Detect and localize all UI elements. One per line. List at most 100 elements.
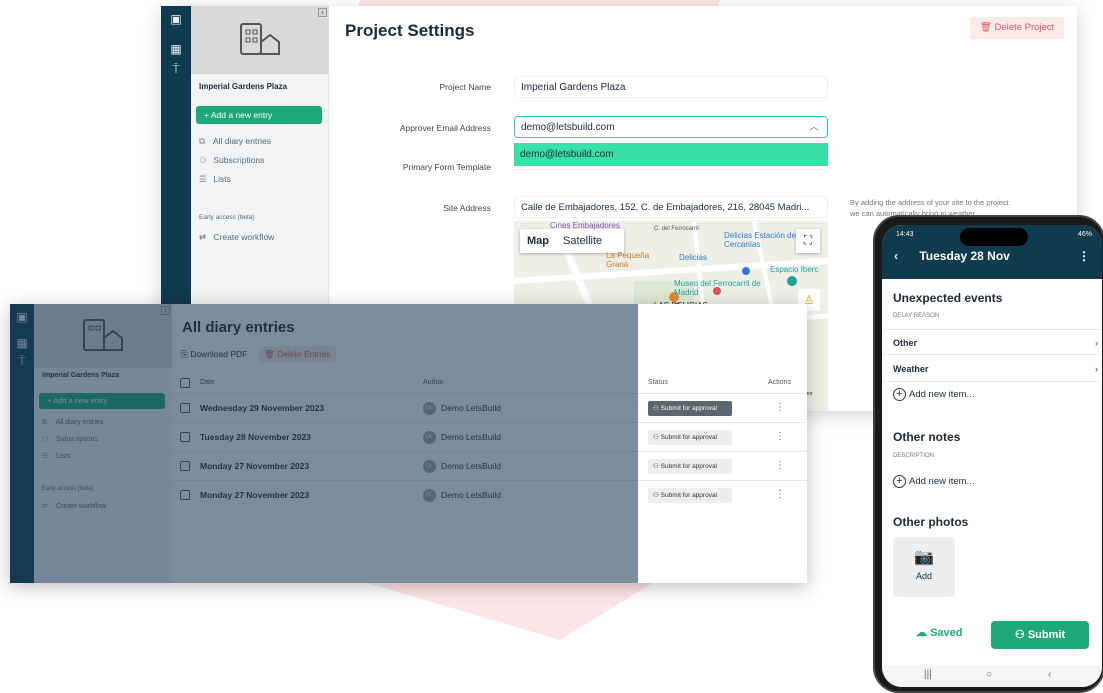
sidebar-project-name: Imperial Gardens Plaza — [199, 82, 288, 91]
diary-icon[interactable]: ▣ — [15, 310, 29, 324]
row-checkbox[interactable] — [180, 403, 190, 413]
collapse-sidebar-icon[interactable]: ‹ — [318, 8, 327, 17]
row-checkbox[interactable] — [180, 461, 190, 471]
author-name: Demo LetsBuild — [441, 461, 502, 471]
map-label: Delicias — [679, 253, 708, 262]
chevron-up-icon: ︿ — [809, 122, 819, 133]
sidebar-item-create-workflow[interactable]: ⇄ Create workflow — [199, 232, 274, 243]
submit-for-approval-button[interactable]: ⚇ Submit for approval — [648, 430, 732, 445]
add-new-item-button[interactable]: + Add new item... — [893, 475, 974, 488]
add-photo-label: Add — [915, 571, 932, 581]
entry-author: DL Demo LetsBuild — [423, 394, 501, 422]
copy-icon: ⧉ — [199, 136, 206, 146]
sidebar-item-label: All diary entries — [212, 136, 272, 146]
sidebar-item-label: Create workflow — [213, 232, 275, 242]
more-actions-icon[interactable]: ⋮ — [775, 394, 785, 422]
primary-form-template-label: Primary Form Template — [402, 162, 491, 172]
table-row[interactable]: Monday 27 November 2023 DL Demo LetsBuild… — [172, 451, 807, 480]
entry-author: DL Demo LetsBuild — [423, 481, 501, 509]
entry-author: DL Demo LetsBuild — [423, 423, 501, 451]
approver-email-option[interactable]: demo@letsbuild.com — [514, 143, 828, 166]
add-entry-button[interactable]: + Add a new entry — [39, 393, 165, 409]
workflow-icon: ⇄ — [199, 232, 207, 242]
select-all-checkbox[interactable] — [180, 378, 190, 388]
recents-icon[interactable]: ||| — [924, 669, 932, 680]
reason-row-weather[interactable]: Weather › — [882, 356, 1102, 382]
plus-circle-icon: + — [893, 475, 906, 488]
column-author: Author — [423, 379, 444, 386]
entry-author: DL Demo LetsBuild — [423, 452, 501, 480]
more-actions-icon[interactable]: ⋮ — [775, 452, 785, 480]
delete-project-button[interactable]: 🗑 Delete Project — [970, 17, 1064, 39]
paint-roller-icon[interactable]: ⍑ — [15, 354, 29, 368]
submit-button[interactable]: ⚇ Submit — [991, 621, 1089, 649]
approver-email-label: Approver Email Address — [399, 123, 491, 133]
entry-date: Monday 27 November 2023 — [200, 490, 310, 500]
sidebar-item-all-entries[interactable]: ⧉ All diary entries — [199, 136, 271, 147]
approver-email-select[interactable]: demo@letsbuild.com ︿ — [514, 116, 828, 138]
add-entry-label: Add a new entry — [53, 396, 108, 405]
submit-for-approval-button[interactable]: ⚇ Submit for approval — [648, 459, 732, 474]
sidebar-item-lists[interactable]: ☰ Lists — [199, 174, 231, 185]
phone-header: 14:43 46% ‹ Tuesday 28 Nov ⋮ — [882, 225, 1102, 279]
approver-email-value: demo@letsbuild.com — [521, 122, 615, 133]
home-icon[interactable]: ○ — [986, 669, 992, 680]
diary-icon[interactable]: ▣ — [169, 12, 183, 26]
template-select-peek[interactable] — [514, 166, 828, 170]
building-icon[interactable]: ▦ — [169, 42, 183, 56]
add-photo-button[interactable]: 📷 Add — [893, 537, 955, 597]
sidebar-item-lists[interactable]: ☰ Lists — [42, 452, 70, 460]
sidebar-item-subscriptions[interactable]: ⚇ Subscriptions — [42, 435, 98, 443]
description-label: DESCRIPTION — [893, 453, 935, 459]
avatar: DL — [423, 460, 436, 474]
reason-row-other[interactable]: Other › — [882, 329, 1102, 355]
map-tab[interactable]: Map — [520, 229, 556, 253]
back-nav-icon[interactable]: ‹ — [1048, 669, 1051, 680]
sidebar-item-label: Subscriptions — [213, 155, 265, 165]
pdf-icon: ⎘ — [181, 349, 188, 359]
column-status: Status — [648, 379, 668, 386]
diary-main: All diary entries ⎘ Download PDF 🗑 Delet… — [172, 304, 807, 583]
submit-for-approval-button[interactable]: ⚇ Submit for approval — [648, 401, 732, 416]
chevron-right-icon: › — [1095, 364, 1098, 374]
submit-for-approval-button[interactable]: ⚇ Submit for approval — [648, 488, 732, 503]
sidebar-item-all-entries[interactable]: ⧉ All diary entries — [42, 419, 103, 427]
table-row[interactable]: Wednesday 29 November 2023 DL Demo LetsBu… — [172, 393, 807, 422]
satellite-tab[interactable]: Satellite — [556, 229, 609, 253]
copy-icon: ⧉ — [42, 419, 47, 426]
phone-screen: 14:43 46% ‹ Tuesday 28 Nov ⋮ Unexpected … — [882, 225, 1102, 687]
download-pdf-button[interactable]: ⎘ Download PDF — [176, 346, 252, 363]
project-name-input[interactable]: Imperial Gardens Plaza — [514, 76, 828, 98]
sidebar-item-label: All diary entries — [55, 419, 104, 426]
other-photos-title: Other photos — [893, 515, 969, 529]
sidebar-item-subscriptions[interactable]: ⚇ Subscriptions — [199, 155, 264, 166]
table-row[interactable]: Monday 27 November 2023 DL Demo LetsBuild… — [172, 480, 807, 509]
collapse-sidebar-icon[interactable]: ‹ — [161, 306, 170, 315]
add-new-item-button[interactable]: + Add new item... — [893, 388, 974, 401]
row-checkbox[interactable] — [180, 490, 190, 500]
phone-title: Tuesday 28 Nov — [919, 249, 1010, 263]
delete-entries-button[interactable]: 🗑 Delete Entries — [259, 346, 336, 363]
map-label: C. del Ferrocarril — [654, 226, 699, 232]
project-sidebar: ‹ Imperial Gardens Plaza + Add a new ent… — [34, 304, 172, 583]
back-icon[interactable]: ‹ — [894, 249, 898, 263]
column-date: Date — [200, 379, 215, 386]
more-actions-icon[interactable]: ⋮ — [775, 481, 785, 509]
sidebar-item-label: Create workflow — [55, 503, 107, 510]
list-icon: ☰ — [199, 174, 207, 184]
row-checkbox[interactable] — [180, 432, 190, 442]
building-icon[interactable]: ▦ — [15, 336, 29, 350]
more-icon[interactable]: ⋮ — [1078, 249, 1090, 263]
delay-reason-label: DELAY REASON — [893, 313, 940, 319]
sidebar-item-create-workflow[interactable]: ⇄ Create workflow — [42, 502, 106, 510]
more-actions-icon[interactable]: ⋮ — [775, 423, 785, 451]
site-address-input[interactable]: Calle de Embajadores, 152, C. de Embajad… — [514, 196, 828, 218]
early-access-label: Early access (beta) — [42, 486, 94, 492]
column-actions: Actions — [768, 379, 791, 386]
project-thumbnail: ‹ — [191, 6, 329, 74]
project-name-label: Project Name — [439, 82, 492, 92]
table-row[interactable]: Tuesday 28 November 2023 DL Demo LetsBuil… — [172, 422, 807, 451]
project-thumbnail: ‹ — [34, 304, 172, 368]
paint-roller-icon[interactable]: ⍑ — [169, 62, 183, 76]
add-entry-button[interactable]: + Add a new entry — [196, 106, 322, 124]
